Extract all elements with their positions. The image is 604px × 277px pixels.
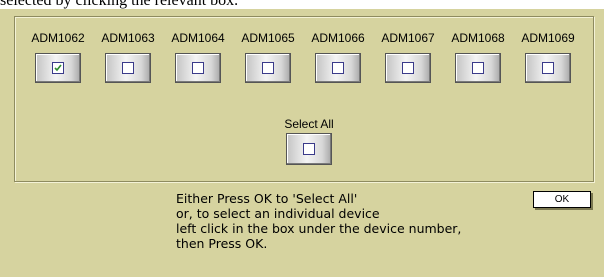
instruction-line: then Press OK. bbox=[176, 236, 268, 251]
checkbox-icon[interactable] bbox=[262, 62, 274, 74]
device-select-button-adm1066[interactable] bbox=[315, 53, 361, 83]
device-adm1065: ADM1065 bbox=[233, 31, 303, 45]
header-instruction-text: selected by clicking the relevant box. bbox=[0, 0, 239, 9]
device-adm1068: ADM1068 bbox=[443, 31, 513, 45]
device-label: ADM1065 bbox=[241, 31, 295, 45]
device-select-button-adm1063[interactable] bbox=[105, 53, 151, 83]
device-label: ADM1063 bbox=[101, 31, 155, 45]
ok-button[interactable]: OK bbox=[533, 191, 591, 208]
device-label: ADM1062 bbox=[31, 31, 85, 45]
device-adm1067: ADM1067 bbox=[373, 31, 443, 45]
device-adm1066: ADM1066 bbox=[303, 31, 373, 45]
device-label: ADM1064 bbox=[171, 31, 225, 45]
device-select-button-adm1065[interactable] bbox=[245, 53, 291, 83]
device-adm1069: ADM1069 bbox=[513, 31, 583, 45]
device-select-button-adm1067[interactable] bbox=[385, 53, 431, 83]
select-all-button[interactable] bbox=[286, 133, 332, 165]
checkbox-icon[interactable] bbox=[192, 62, 204, 74]
device-adm1062: ADM1062 bbox=[23, 31, 93, 45]
device-select-button-adm1069[interactable] bbox=[525, 53, 571, 83]
instruction-line: Either Press OK to 'Select All' bbox=[176, 191, 358, 206]
instructions-text: Either Press OK to 'Select All' or, to s… bbox=[176, 191, 536, 251]
device-panel: ADM1062 ADM1063 ADM1064 ADM1065 ADM1066 … bbox=[14, 16, 594, 182]
checkbox-icon[interactable] bbox=[402, 62, 414, 74]
select-all-label: Select All bbox=[284, 117, 334, 131]
device-label: ADM1068 bbox=[451, 31, 505, 45]
device-label: ADM1069 bbox=[521, 31, 575, 45]
checkbox-icon[interactable] bbox=[542, 62, 554, 74]
device-adm1064: ADM1064 bbox=[163, 31, 233, 45]
device-label: ADM1067 bbox=[381, 31, 435, 45]
checkbox-icon[interactable] bbox=[332, 62, 344, 74]
instruction-line: left click in the box under the device n… bbox=[176, 221, 462, 236]
device-label: ADM1066 bbox=[311, 31, 365, 45]
checkbox-checked-icon[interactable] bbox=[52, 62, 64, 74]
device-adm1063: ADM1063 bbox=[93, 31, 163, 45]
device-select-button-adm1062[interactable] bbox=[35, 53, 81, 83]
instruction-line: or, to select an individual device bbox=[176, 206, 380, 221]
checkbox-icon[interactable] bbox=[303, 143, 315, 155]
device-select-button-adm1068[interactable] bbox=[455, 53, 501, 83]
checkbox-icon[interactable] bbox=[122, 62, 134, 74]
device-select-button-adm1064[interactable] bbox=[175, 53, 221, 83]
checkbox-icon[interactable] bbox=[472, 62, 484, 74]
device-selection-dialog: ADM1062 ADM1063 ADM1064 ADM1065 ADM1066 … bbox=[0, 9, 604, 277]
checkmark-icon bbox=[54, 64, 62, 72]
